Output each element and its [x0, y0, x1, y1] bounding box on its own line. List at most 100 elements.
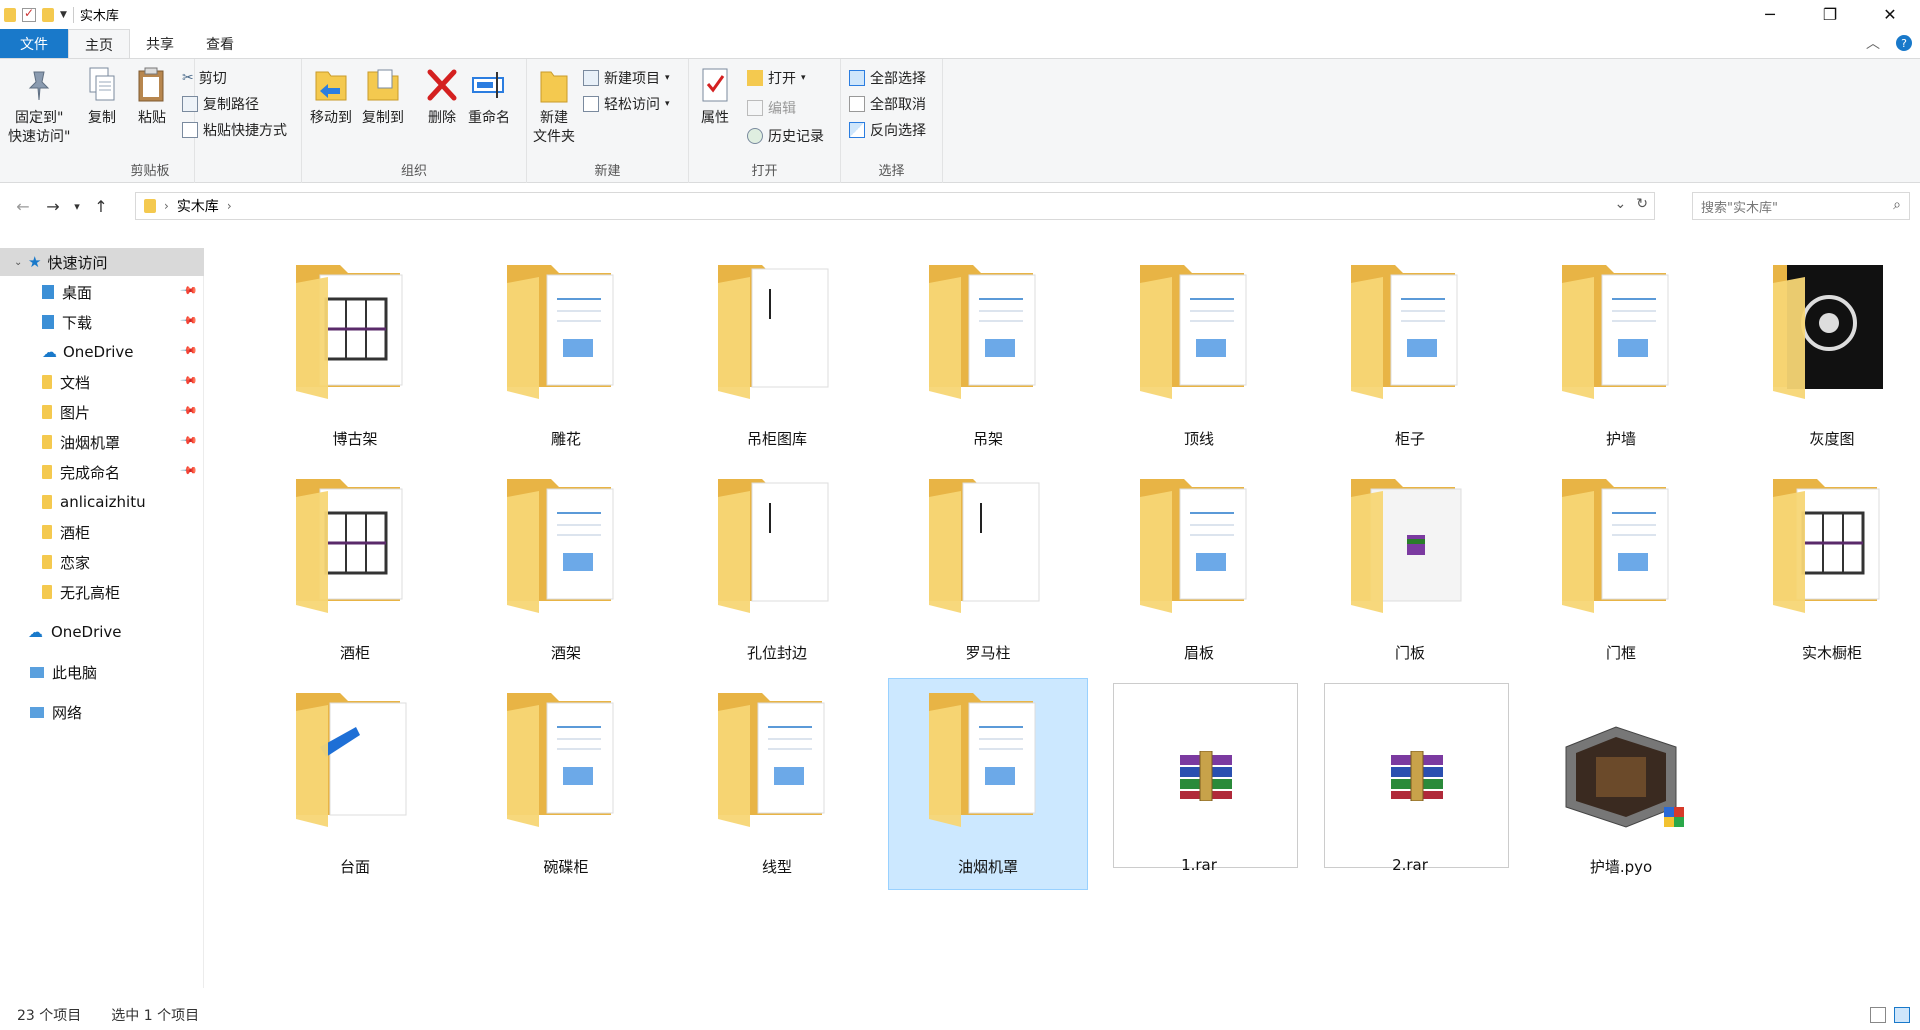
- folder-item[interactable]: 台面: [255, 678, 455, 890]
- sidebar-item-label: 桌面: [62, 283, 93, 302]
- invert-selection-button[interactable]: 反向选择: [849, 119, 926, 141]
- sidebar-item-done-naming[interactable]: 完成命名 📌: [0, 458, 204, 486]
- search-input[interactable]: 搜索"实木库" ⌕: [1692, 192, 1910, 220]
- breadcrumb-separator-icon[interactable]: ›: [227, 199, 232, 213]
- help-icon[interactable]: ?: [1896, 35, 1912, 51]
- new-folder-button[interactable]: 新建 文件夹: [533, 65, 575, 147]
- file-name: 博古架: [332, 430, 378, 448]
- sidebar-item-wine-cabinet[interactable]: 酒柜: [0, 518, 204, 546]
- search-icon[interactable]: ⌕: [1893, 197, 1901, 213]
- large-icons-view-icon[interactable]: [1894, 1007, 1910, 1023]
- folder-item[interactable]: 碗碟柜: [466, 678, 666, 890]
- customize-dropdown-icon[interactable]: ▼: [60, 10, 67, 20]
- folder-item[interactable]: 顶线: [1099, 250, 1299, 462]
- folder-item[interactable]: 眉板: [1099, 464, 1299, 676]
- folder-item[interactable]: 柜子: [1310, 250, 1510, 462]
- breadcrumb-current[interactable]: 实木库: [177, 196, 219, 216]
- sidebar-item-this-pc[interactable]: 此电脑: [0, 658, 204, 686]
- sidebar-item-quick-access[interactable]: ⌄ ★ 快速访问: [0, 248, 204, 276]
- sidebar-item-network[interactable]: 网络: [0, 698, 204, 726]
- forward-arrow-icon[interactable]: →: [38, 197, 68, 216]
- properties-button[interactable]: 属性: [697, 65, 733, 128]
- folder-item[interactable]: 吊架: [888, 250, 1088, 462]
- tab-file[interactable]: 文件: [0, 29, 68, 59]
- delete-x-icon: [424, 65, 460, 105]
- folder-item[interactable]: 门板: [1310, 464, 1510, 676]
- folder-item[interactable]: 吊柜图库: [677, 250, 877, 462]
- folder-item[interactable]: 孔位封边: [677, 464, 877, 676]
- folder-item[interactable]: 酒架: [466, 464, 666, 676]
- sidebar-item-documents[interactable]: 文档 📌: [0, 368, 204, 396]
- edit-label: 编辑: [768, 101, 796, 117]
- close-button[interactable]: ✕: [1860, 0, 1920, 29]
- minimize-button[interactable]: ─: [1740, 0, 1800, 29]
- sidebar-item-onedrive-pinned[interactable]: ☁ OneDrive 📌: [0, 338, 204, 366]
- file-item-model[interactable]: 护墙.pyo: [1521, 678, 1721, 890]
- pin-icon[interactable]: 📌: [180, 311, 199, 330]
- collapse-ribbon-icon[interactable]: ︿: [1866, 33, 1880, 53]
- move-to-button[interactable]: 移动到: [310, 65, 352, 128]
- pin-icon[interactable]: 📌: [180, 461, 199, 480]
- up-arrow-icon[interactable]: ↑: [86, 197, 116, 216]
- navigation-bar: ← → ▾ ↑ › 实木库 › ⌄ ↻ 搜索"实木库" ⌕: [0, 186, 1920, 226]
- rar-archive-icon: [1113, 683, 1298, 868]
- open-button[interactable]: 打开 ▾: [747, 67, 806, 89]
- back-arrow-icon[interactable]: ←: [8, 197, 38, 216]
- new-folder-icon[interactable]: [42, 7, 54, 22]
- open-group-label: 打开: [751, 164, 778, 179]
- file-name: 孔位封边: [746, 644, 807, 662]
- sidebar-item-onedrive[interactable]: ☁ OneDrive: [0, 618, 204, 646]
- folder-item[interactable]: 博古架: [255, 250, 455, 462]
- delete-button[interactable]: 删除: [424, 65, 460, 128]
- expand-chevron-icon[interactable]: ⌄: [14, 257, 28, 268]
- sidebar-item-pictures[interactable]: 图片 📌: [0, 398, 204, 426]
- refresh-icon[interactable]: ↻: [1636, 196, 1648, 212]
- edit-button[interactable]: 编辑: [747, 97, 796, 119]
- address-bar[interactable]: › 实木库 › ⌄ ↻: [135, 192, 1655, 220]
- folder-item[interactable]: 线型: [677, 678, 877, 890]
- folder-item[interactable]: 门框: [1521, 464, 1721, 676]
- sidebar-item-anlicaizhitu[interactable]: anlicaizhitu: [0, 488, 204, 516]
- tab-home[interactable]: 主页: [68, 29, 130, 59]
- folder-item[interactable]: 实木橱柜: [1732, 464, 1920, 676]
- new-folder-icon: [536, 65, 572, 105]
- tab-view[interactable]: 查看: [190, 29, 250, 59]
- sidebar-item-tall-cabinet[interactable]: 无孔高柜: [0, 578, 204, 606]
- properties-icon[interactable]: [22, 6, 36, 22]
- sidebar-item-label: 无孔高柜: [60, 583, 121, 602]
- folder-icon: [290, 473, 420, 633]
- folder-item[interactable]: 油烟机罩: [888, 678, 1088, 890]
- copy-to-button[interactable]: 复制到: [362, 65, 404, 128]
- select-all-button[interactable]: 全部选择: [849, 67, 926, 89]
- history-label: 历史记录: [768, 129, 824, 145]
- pin-icon[interactable]: 📌: [180, 431, 199, 450]
- folder-item[interactable]: 酒柜: [255, 464, 455, 676]
- folder-item[interactable]: 护墙: [1521, 250, 1721, 462]
- tab-share[interactable]: 共享: [130, 29, 190, 59]
- new-item-button[interactable]: 新建项目 ▾: [583, 67, 670, 89]
- sidebar-item-hood[interactable]: 油烟机罩 📌: [0, 428, 204, 456]
- address-dropdown-icon[interactable]: ⌄: [1615, 196, 1627, 212]
- pin-icon[interactable]: 📌: [180, 341, 199, 360]
- file-item-rar[interactable]: 2.rar: [1310, 678, 1510, 890]
- sidebar-item-downloads[interactable]: 下载 📌: [0, 308, 204, 336]
- select-none-button[interactable]: 全部取消: [849, 93, 926, 115]
- sidebar-item-lianjia[interactable]: 恋家: [0, 548, 204, 576]
- sidebar-item-desktop[interactable]: 桌面 📌: [0, 278, 204, 306]
- breadcrumb-separator-icon[interactable]: ›: [164, 199, 169, 213]
- pin-icon[interactable]: 📌: [180, 371, 199, 390]
- details-view-icon[interactable]: [1870, 1007, 1886, 1023]
- folder-item[interactable]: 罗马柱: [888, 464, 1088, 676]
- history-button[interactable]: 历史记录: [747, 125, 824, 147]
- sidebar-item-label: 文档: [60, 373, 91, 392]
- rename-button[interactable]: 重命名: [468, 65, 510, 128]
- recent-locations-icon[interactable]: ▾: [68, 200, 86, 213]
- file-item-rar[interactable]: 1.rar: [1099, 678, 1299, 890]
- file-name: 门框: [1605, 644, 1636, 662]
- maximize-button[interactable]: ❐: [1800, 0, 1860, 29]
- pin-icon[interactable]: 📌: [180, 281, 199, 300]
- easy-access-button[interactable]: 轻松访问 ▾: [583, 93, 670, 115]
- folder-item[interactable]: 灰度图: [1732, 250, 1920, 462]
- folder-item[interactable]: 雕花: [466, 250, 666, 462]
- pin-icon[interactable]: 📌: [180, 401, 199, 420]
